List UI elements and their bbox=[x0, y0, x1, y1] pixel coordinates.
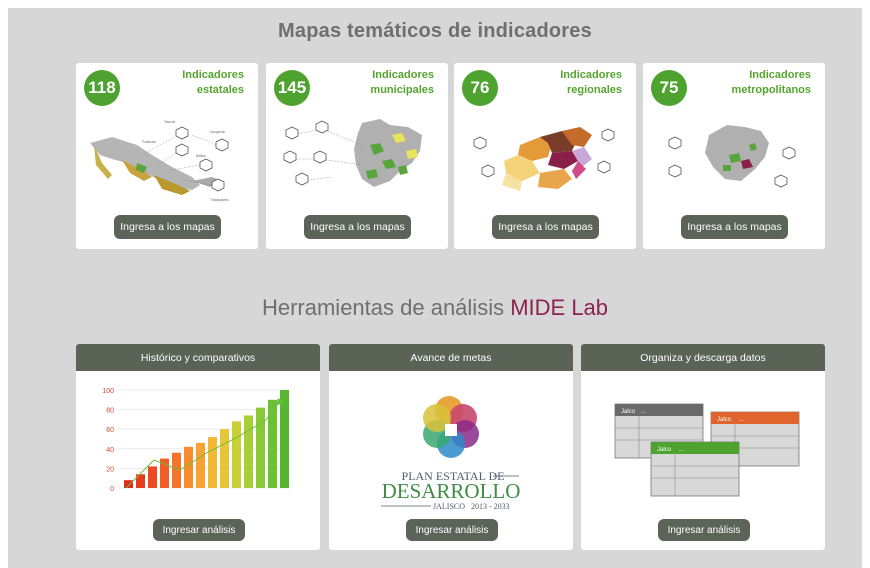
data-tables-illustration: Jalco ... Jalco ... Jalco ... bbox=[614, 403, 800, 497]
open-maps-button[interactable]: Ingresa a los mapas bbox=[114, 215, 221, 239]
tool-card-organiza-datos: Organiza y descarga datos Jalco ... Jalc… bbox=[581, 344, 825, 550]
chart-bar bbox=[220, 429, 229, 488]
map-card-estatales: 118 Indicadores estatales Tasa de Poblac… bbox=[76, 63, 258, 249]
card-label-line2: metropolitanos bbox=[731, 84, 811, 96]
plan-logo-line2: DESARROLLO bbox=[382, 479, 521, 503]
section-title-tools: Herramientas de análisis MIDE Lab bbox=[8, 295, 862, 321]
mexico-map-image: Tasa de Población Ocupación Delitos Trabaja… bbox=[90, 120, 229, 202]
chart-bar bbox=[256, 407, 265, 488]
card-label-line1: Indicadores bbox=[182, 69, 244, 81]
main-panel: Mapas temáticos de indicadores 118 Indic… bbox=[8, 8, 862, 568]
chart-bar bbox=[124, 480, 133, 488]
plan-logo-line3: JALISCO bbox=[433, 502, 465, 511]
orange-table-ellipsis: ... bbox=[739, 417, 744, 423]
chart-y-tick: 60 bbox=[106, 427, 114, 434]
card-label-line1: Indicadores bbox=[560, 69, 622, 81]
plan-logo-line4: 2013 - 2033 bbox=[471, 502, 510, 511]
svg-text:Tasa de: Tasa de bbox=[164, 120, 175, 124]
card-label: Indicadores municipales bbox=[324, 68, 434, 98]
ingresar-analisis-button[interactable]: Ingresar análisis bbox=[406, 519, 498, 541]
ingresar-analisis-button[interactable]: Ingresar análisis bbox=[658, 519, 750, 541]
count-badge: 76 bbox=[462, 70, 498, 106]
jalisco-municipal-map-image bbox=[283, 119, 422, 187]
card-label-line1: Indicadores bbox=[372, 69, 434, 81]
svg-text:Delitos: Delitos bbox=[196, 154, 206, 158]
open-maps-button[interactable]: Ingresa a los mapas bbox=[304, 215, 411, 239]
gray-table-header: Jalco bbox=[621, 409, 636, 415]
tools-title-accent: MIDE Lab bbox=[510, 295, 609, 320]
bar-chart-illustration: 100 80 60 40 20 0 bbox=[102, 388, 290, 493]
svg-text:Población: Población bbox=[142, 140, 156, 144]
orange-table-header: Jalco bbox=[717, 417, 732, 423]
chart-y-tick: 80 bbox=[106, 408, 114, 415]
card-label: Indicadores metropolitanos bbox=[701, 68, 811, 98]
chart-bar bbox=[196, 442, 205, 488]
map-card-municipales: 145 Indicadores municipales Ingresa a lo… bbox=[266, 63, 448, 249]
chart-bar bbox=[232, 421, 241, 488]
green-table-ellipsis: ... bbox=[679, 447, 684, 453]
chart-bar bbox=[268, 399, 277, 488]
tool-card-header: Histórico y comparativos bbox=[76, 344, 320, 371]
chart-y-tick: 0 bbox=[110, 486, 114, 493]
chart-y-tick: 40 bbox=[106, 447, 114, 454]
tool-card-historico: Histórico y comparativos 100 80 60 40 20 0 In… bbox=[76, 344, 320, 550]
tool-card-avance-metas: Avance de metas PLAN ESTATAL DE DESARROL… bbox=[329, 344, 573, 550]
chart-bar bbox=[244, 415, 253, 488]
jalisco-regions-map-image bbox=[473, 127, 615, 191]
chart-y-tick: 20 bbox=[106, 466, 114, 473]
plan-estatal-logo: PLAN ESTATAL DE DESARROLLO JALISCO 2013 … bbox=[381, 396, 521, 511]
jalisco-metro-map-image bbox=[668, 125, 796, 188]
count-badge: 145 bbox=[274, 70, 310, 106]
chart-bar bbox=[280, 390, 289, 488]
card-label-line2: estatales bbox=[196, 84, 244, 96]
chart-bar bbox=[148, 466, 157, 488]
open-maps-button[interactable]: Ingresa a los mapas bbox=[492, 215, 599, 239]
open-maps-button[interactable]: Ingresa a los mapas bbox=[681, 215, 788, 239]
card-label-line2: municipales bbox=[370, 84, 434, 96]
tool-card-header: Avance de metas bbox=[329, 344, 573, 371]
ingresar-analisis-button[interactable]: Ingresar análisis bbox=[153, 519, 245, 541]
count-badge: 75 bbox=[651, 70, 687, 106]
map-card-regionales: 76 Indicadores regionales Ingresa a los … bbox=[454, 63, 636, 249]
card-label-line2: regionales bbox=[566, 84, 622, 96]
chart-bar bbox=[184, 446, 193, 488]
tools-title-prefix: Herramientas de análisis bbox=[261, 295, 505, 320]
card-label-line1: Indicadores bbox=[749, 69, 811, 81]
chart-y-tick: 100 bbox=[102, 388, 114, 395]
tool-card-header: Organiza y descarga datos bbox=[581, 344, 825, 371]
card-label: Indicadores regionales bbox=[512, 68, 622, 98]
card-label: Indicadores estatales bbox=[134, 68, 244, 98]
map-card-metropolitanos: 75 Indicadores metropolitanos Ingresa a … bbox=[643, 63, 825, 249]
svg-text:Ocupación: Ocupación bbox=[210, 130, 225, 134]
green-table-header: Jalco bbox=[657, 447, 672, 453]
chart-bar bbox=[208, 437, 217, 488]
section-title-maps: Mapas temáticos de indicadores bbox=[278, 20, 592, 42]
count-badge: 118 bbox=[84, 70, 120, 106]
svg-text:Trabajadores: Trabajadores bbox=[210, 198, 229, 202]
gray-table-ellipsis: ... bbox=[641, 409, 646, 415]
